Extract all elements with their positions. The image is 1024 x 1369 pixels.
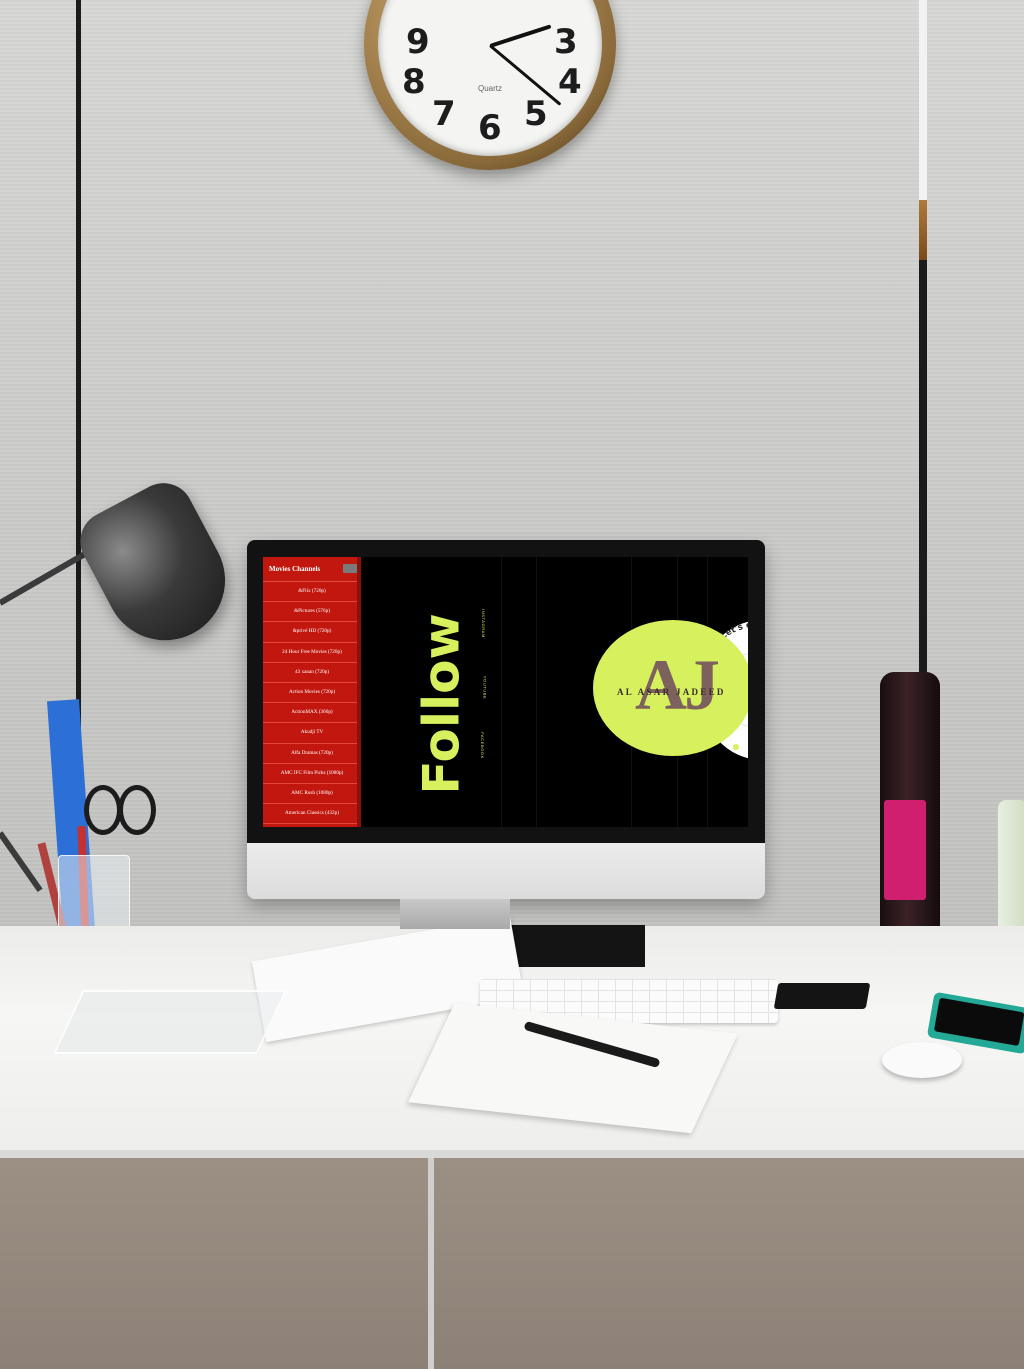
channel-item[interactable]: Alfa Dramas (720p) — [263, 744, 361, 764]
desk-drawer-left — [0, 1158, 428, 1369]
clock-brand: Quartz — [478, 84, 503, 93]
channel-item[interactable]: Action Movies (720p) — [263, 683, 361, 704]
channel-item[interactable]: Akudji TV — [263, 723, 361, 744]
desk-edge — [0, 1150, 1024, 1158]
follow-heading: Follow — [412, 613, 471, 795]
green-dot — [733, 744, 739, 750]
scissors — [118, 785, 156, 835]
channels-sidebar: Movies Channels &Flix (720p) &Pictures (… — [263, 557, 361, 827]
facebook-link[interactable]: FACEBOOK — [480, 732, 485, 759]
grid-line — [536, 557, 537, 827]
hanging-cable-right — [919, 0, 927, 690]
clock-number: 7 — [432, 94, 456, 134]
clock-hour-hand — [489, 24, 552, 48]
channel-item[interactable]: American Classics (432p) — [263, 804, 361, 825]
sidebar-title-text: Movies Channels — [269, 565, 321, 573]
monitor-chin — [247, 843, 765, 899]
channel-item[interactable]: 43 xanan (720p) — [263, 663, 361, 683]
clock-face: 9 3 8 4 7 6 5 Quartz — [378, 0, 602, 156]
clock-number: 3 — [554, 22, 578, 62]
youtube-link[interactable]: YOUTUBE — [482, 676, 487, 700]
aj-logo: AJ — [635, 645, 720, 725]
clock-number: 4 — [558, 62, 582, 102]
channel-item[interactable]: &privé HD (720p) — [263, 622, 361, 643]
trackpad — [773, 983, 871, 1009]
clock-number: 9 — [406, 22, 430, 62]
main-content: Follow INSTAGRAM YOUTUBE FACEBOOK Let's … — [361, 557, 748, 827]
logo-name: AL ASAR JADEED — [617, 687, 726, 697]
monitor-stand — [400, 899, 510, 929]
sidebar-title: Movies Channels — [263, 557, 361, 582]
scissors — [84, 785, 122, 835]
bottle-label — [884, 800, 926, 900]
desk-drawer-right — [434, 1158, 1024, 1369]
mouse — [882, 1042, 962, 1078]
instagram-link[interactable]: INSTAGRAM — [481, 609, 486, 638]
channel-item[interactable]: &Flix (720p) — [263, 582, 361, 603]
channel-item[interactable]: &Pictures (576p) — [263, 602, 361, 623]
clock-number: 6 — [478, 108, 502, 148]
screen: Movies Channels &Flix (720p) &Pictures (… — [263, 557, 748, 827]
clock-number: 8 — [402, 62, 426, 102]
channel-item[interactable]: 24 Hour Free Movies (720p) — [263, 643, 361, 663]
grid-line — [501, 557, 502, 827]
channel-item[interactable]: ActionMAX (360p) — [263, 703, 361, 724]
clock-number: 5 — [524, 94, 548, 134]
channel-item[interactable]: AMC Rush (1080p) — [263, 784, 361, 805]
plastic-container — [53, 990, 287, 1054]
channel-item[interactable]: AMC IFC Film Picks (1080p) — [263, 764, 361, 784]
